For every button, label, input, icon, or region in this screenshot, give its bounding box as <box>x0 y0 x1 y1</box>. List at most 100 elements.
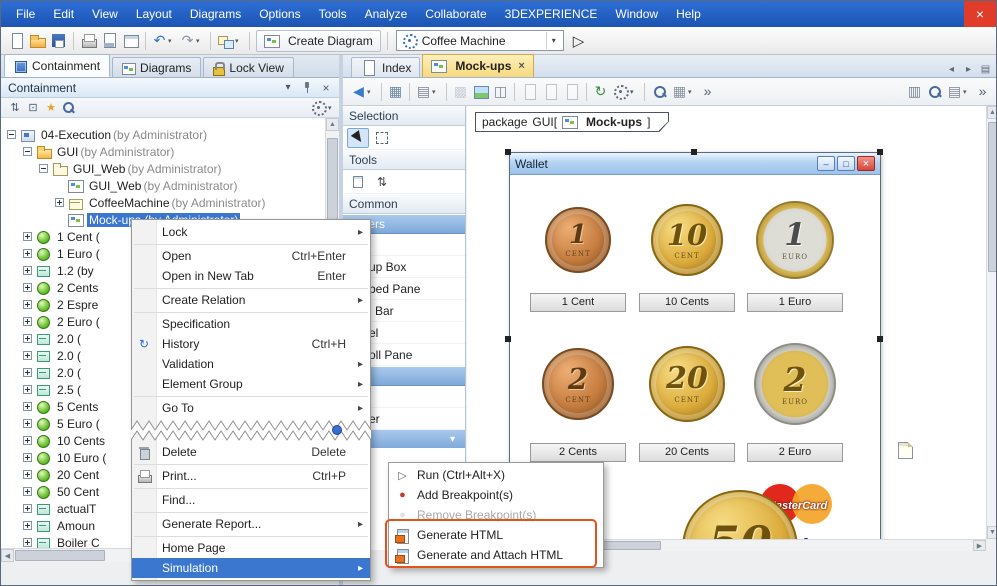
menu-item-go-to[interactable]: Go To <box>132 398 370 418</box>
menu-options[interactable]: Options <box>250 1 309 27</box>
diagram-aspects-icon-button[interactable]: ▤ <box>414 80 442 104</box>
dropdown-caret-icon[interactable] <box>688 88 696 96</box>
create-diagram-button[interactable]: Create Diagram <box>256 30 381 52</box>
tree-expander-icon[interactable] <box>23 402 32 411</box>
tab-containment[interactable]: Containment <box>4 54 110 77</box>
copy-icon-button[interactable] <box>519 80 540 104</box>
dropdown-caret-icon[interactable] <box>367 88 375 96</box>
menu-analyze[interactable]: Analyze <box>356 1 417 27</box>
submenu-item-run[interactable]: ▷Run (Ctrl+Alt+X) <box>389 465 603 485</box>
tree-expander-icon[interactable] <box>23 368 32 377</box>
tree-expander-icon[interactable] <box>23 419 32 428</box>
tree-expander-icon[interactable] <box>23 317 32 326</box>
dropdown-caret-icon[interactable] <box>168 37 176 45</box>
menu-view[interactable]: View <box>83 1 127 27</box>
navigate-back-icon-button[interactable]: ◀ <box>349 80 377 104</box>
run-simulation-button[interactable]: ▷ <box>568 32 590 50</box>
diagram-options-icon-button[interactable] <box>610 80 640 104</box>
menu-item-open-in-new-tab[interactable]: Open in New TabEnter <box>132 266 370 286</box>
selection-handle[interactable] <box>505 336 511 342</box>
table-icon-button[interactable] <box>120 29 141 53</box>
tree-expander-icon[interactable] <box>23 334 32 343</box>
print-preview-icon-button[interactable] <box>99 29 120 53</box>
menu-tools[interactable]: Tools <box>310 1 356 27</box>
collapse-all-icon[interactable] <box>6 100 24 116</box>
dropdown-caret-icon[interactable] <box>432 88 440 96</box>
tree-expander-icon[interactable] <box>23 470 32 479</box>
menu-item-validation[interactable]: Validation <box>132 354 370 374</box>
scroll-up-icon[interactable] <box>987 106 997 119</box>
show-diagram-frame-icon-button[interactable]: ◫ <box>491 80 510 104</box>
selection-handle[interactable] <box>505 149 511 155</box>
grid-icon-button[interactable]: ▦ <box>670 80 698 104</box>
menu-item-lock[interactable]: Lock <box>132 222 370 242</box>
insert-image-icon-button[interactable] <box>470 80 491 104</box>
menu-help[interactable]: Help <box>667 1 710 27</box>
dropdown-caret-icon[interactable] <box>235 37 243 45</box>
dropdown-caret-icon[interactable] <box>630 88 638 96</box>
swimlanes-icon-button[interactable]: ▩ <box>451 80 470 104</box>
cursor-tool-icon[interactable] <box>347 128 369 148</box>
find-in-diagram-icon-button[interactable] <box>924 80 945 104</box>
editor-tab-index[interactable]: Index <box>351 57 420 77</box>
tab-diagrams[interactable]: Diagrams <box>112 57 201 77</box>
menu-diagrams[interactable]: Diagrams <box>181 1 250 27</box>
menu-item-print[interactable]: Print...Ctrl+P <box>132 466 370 486</box>
tree-item-gui[interactable]: GUI (by Administrator) <box>1 143 325 160</box>
dropdown-caret-icon[interactable] <box>196 37 204 45</box>
tab-lock-view[interactable]: Lock View <box>203 57 293 77</box>
panel-pin-icon[interactable] <box>299 81 315 95</box>
menu-item-specification[interactable]: Specification <box>132 314 370 334</box>
palette-header-common[interactable]: Common <box>343 194 465 214</box>
scroll-down-icon[interactable] <box>987 526 997 539</box>
tree-expander-icon[interactable] <box>23 300 32 309</box>
scrollbar-thumb[interactable] <box>988 122 997 272</box>
marquee-tool-icon[interactable] <box>371 128 393 148</box>
new-project-icon-button[interactable] <box>6 29 27 53</box>
tree-expander-icon[interactable] <box>23 521 32 530</box>
layers-icon-button[interactable]: ▥ <box>905 80 924 104</box>
tables-icon-button[interactable]: ▤ <box>945 80 973 104</box>
more-icon-button[interactable]: » <box>973 80 992 104</box>
tree-expander-icon[interactable] <box>23 504 32 513</box>
tree-item-gui-web[interactable]: GUI_Web (by Administrator) <box>1 177 325 194</box>
window-close-button[interactable]: × <box>964 1 996 27</box>
scroll-right-icon[interactable] <box>973 540 986 551</box>
tree-expander-icon[interactable] <box>23 249 32 258</box>
tree-expander-icon[interactable] <box>7 130 16 139</box>
selection-handle[interactable] <box>877 336 883 342</box>
minimize-icon[interactable] <box>817 156 835 171</box>
menu-item-open[interactable]: OpenCtrl+Enter <box>132 246 370 266</box>
menu-item-simulation[interactable]: Simulation <box>132 558 370 578</box>
tab-close-icon[interactable] <box>518 60 524 72</box>
containment-tree-icon-button[interactable]: ▦ <box>386 80 405 104</box>
cut-icon-button[interactable] <box>561 80 582 104</box>
paste-icon-button[interactable] <box>540 80 561 104</box>
used-projects-icon-button[interactable] <box>215 29 245 53</box>
editor-tab-mock-ups[interactable]: Mock-ups <box>422 54 533 77</box>
tree-item-coffeemachine[interactable]: CoffeeMachine (by Administrator) <box>1 194 325 211</box>
panel-dock-icon[interactable] <box>280 81 296 95</box>
menu-item-create-relation[interactable]: Create Relation <box>132 290 370 310</box>
print-icon-button[interactable] <box>78 29 99 53</box>
tree-item-04-execution[interactable]: 04-Execution (by Administrator) <box>1 126 325 143</box>
tree-options-gear-icon[interactable] <box>310 99 327 116</box>
tree-expander-icon[interactable] <box>23 351 32 360</box>
note-tool-icon[interactable] <box>347 172 369 192</box>
hourglass-tool-icon[interactable] <box>395 172 417 192</box>
tree-expander-icon[interactable] <box>39 164 48 173</box>
menu-window[interactable]: Window <box>606 1 667 27</box>
submenu-item-add-breakpoints[interactable]: ●Add Breakpoint(s) <box>389 485 603 505</box>
palette-header-selection[interactable]: Selection <box>343 106 465 126</box>
menu-item-delete[interactable]: DeleteDelete <box>132 442 370 462</box>
panel-close-icon[interactable] <box>318 81 334 95</box>
tree-expander-icon[interactable] <box>23 538 32 547</box>
tree-expander-icon[interactable] <box>23 147 32 156</box>
close-icon[interactable] <box>857 156 875 171</box>
menu-edit[interactable]: Edit <box>44 1 83 27</box>
select-in-tree-icon[interactable] <box>24 100 42 116</box>
menu-file[interactable]: File <box>7 1 44 27</box>
tabs-list-icon[interactable] <box>977 61 994 77</box>
tree-expander-icon[interactable] <box>23 266 32 275</box>
palette-header-tools[interactable]: Tools <box>343 150 465 170</box>
